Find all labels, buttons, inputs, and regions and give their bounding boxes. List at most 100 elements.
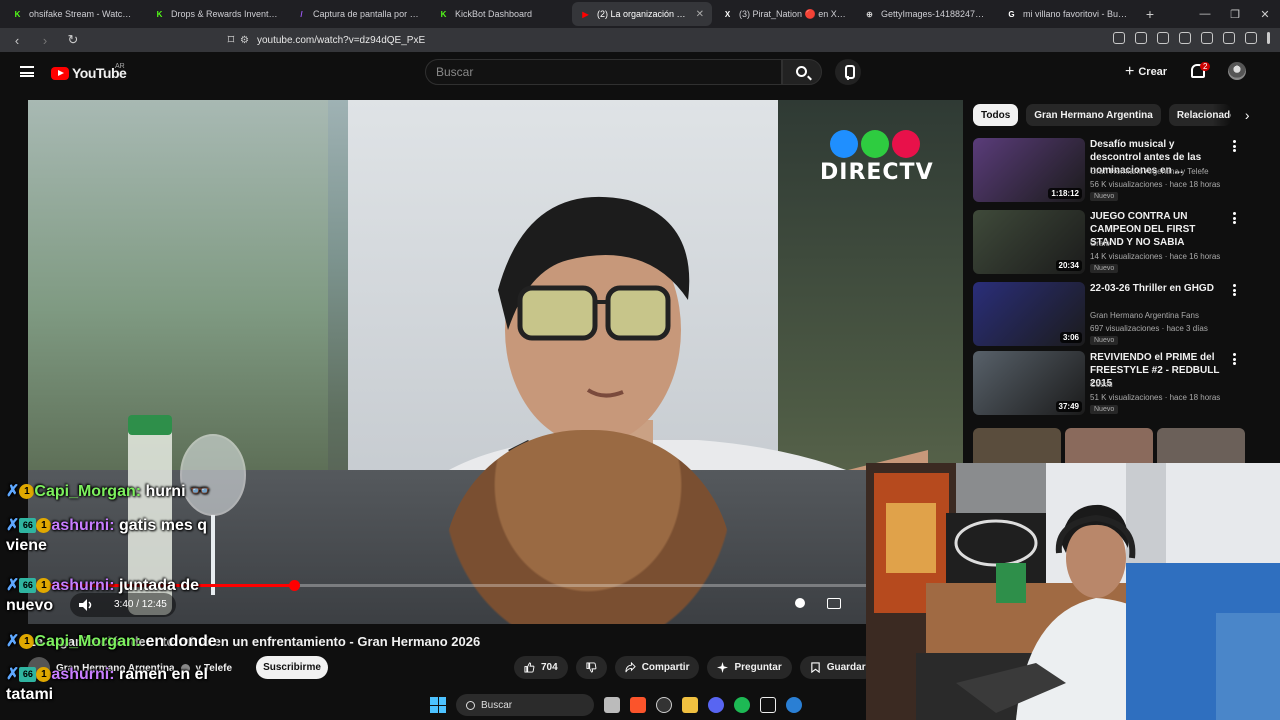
forward-icon[interactable]: › xyxy=(36,33,54,48)
watermark-circle-green xyxy=(861,130,889,158)
chat-username: ashurni: xyxy=(51,577,115,594)
github-icon[interactable] xyxy=(656,697,672,713)
recommended-channel[interactable]: Coscu xyxy=(1090,380,1113,389)
voice-search-icon[interactable] xyxy=(835,59,861,85)
recommended-meta: 697 visualizaciones · hace 3 días xyxy=(1090,324,1208,333)
task-view-icon[interactable] xyxy=(604,697,620,713)
chat-message: ✗ 66 1 ashurni: ramen en el tatami xyxy=(6,665,208,705)
more-options-icon[interactable] xyxy=(1233,353,1237,365)
search-button[interactable] xyxy=(782,59,822,85)
chip-relacionados[interactable]: Relacionados xyxy=(1168,104,1231,126)
extension-icon[interactable] xyxy=(1113,32,1125,44)
like-button[interactable]: 704 xyxy=(514,656,568,679)
short-thumbnail[interactable] xyxy=(1065,428,1153,464)
rank-badge-icon: 1 xyxy=(36,667,52,683)
bookmark-icon[interactable]: ⌑ xyxy=(222,32,240,48)
video-thumbnail[interactable]: 3:06 xyxy=(973,282,1085,346)
sparkle-icon xyxy=(717,662,729,673)
save-button[interactable]: Guardar xyxy=(799,656,876,679)
close-tab-icon[interactable]: ✕ xyxy=(696,9,704,20)
create-label: Crear xyxy=(1138,66,1168,78)
sub-badge-icon: 66 xyxy=(19,518,37,534)
browser-tab[interactable]: K Drops & Rewards Inventory - K xyxy=(146,2,286,26)
extension-icon[interactable] xyxy=(1179,32,1191,44)
ask-button[interactable]: Preguntar xyxy=(707,656,792,679)
url-field[interactable]: ⚙ youtube.com/watch?v=dz94dQE_PxE xyxy=(240,30,960,50)
browser-tab[interactable]: X (3) Pirat_Nation 🔴 en X: "Cap xyxy=(714,2,854,26)
search-placeholder: Buscar xyxy=(436,65,474,79)
recommended-channel[interactable]: Gran Hermano Argentina Fans xyxy=(1090,311,1199,320)
short-thumbnail[interactable] xyxy=(973,428,1061,464)
tab-title: (3) Pirat_Nation 🔴 en X: "Cap xyxy=(739,8,846,19)
video-thumbnail[interactable]: 20:34 xyxy=(973,210,1085,274)
close-window-icon[interactable]: ✕ xyxy=(1250,8,1280,21)
browser-tab[interactable]: ▶ (2) La organización de la ✕ xyxy=(572,2,712,26)
share-button[interactable]: Compartir xyxy=(614,656,700,679)
extension-icon[interactable] xyxy=(1223,32,1235,44)
back-icon[interactable]: ‹ xyxy=(8,33,26,48)
tab-favicon-icon: X xyxy=(724,9,731,19)
capcut-icon[interactable] xyxy=(760,697,776,713)
minimize-icon[interactable]: — xyxy=(1190,8,1220,20)
search-input[interactable]: Buscar xyxy=(425,59,782,85)
account-avatar[interactable] xyxy=(1228,62,1246,80)
menu-hamburger-icon[interactable] xyxy=(20,66,34,77)
recommended-channel[interactable]: Gran Hermano Argentina y Telefe xyxy=(1090,167,1209,176)
spotify-icon[interactable] xyxy=(734,697,750,713)
taskbar-search[interactable]: Buscar xyxy=(456,694,594,716)
more-options-icon[interactable] xyxy=(1233,284,1237,296)
site-info-icon[interactable]: ⚙ xyxy=(240,35,249,46)
file-explorer-icon[interactable] xyxy=(682,697,698,713)
url-text: youtube.com/watch?v=dz94dQE_PxE xyxy=(256,34,426,46)
browser-tab[interactable]: Gmi villano favoritovi - Buscar c xyxy=(998,2,1138,26)
recommended-title[interactable]: 22-03-26 Thriller en GHGD xyxy=(1090,282,1228,295)
recommended-video[interactable]: 3:06 22-03-26 Thriller en GHGD Gran Herman… xyxy=(973,282,1273,346)
browser-tab[interactable]: ⊕ GettyImages-1418824798.jpg xyxy=(856,2,996,26)
new-tab-icon[interactable]: + xyxy=(1140,6,1160,22)
tab-title: (2) La organización de la xyxy=(597,9,690,19)
recommended-video[interactable]: 1:18:12 Desafío musical y descontrol ante… xyxy=(973,138,1273,202)
sword-badge-icon: ✗ xyxy=(6,483,20,500)
menu-icon[interactable] xyxy=(1267,32,1270,44)
youtube-logo[interactable]: YouTube AR xyxy=(51,63,127,81)
recommended-video[interactable]: 20:34 JUEGO CONTRA UN CAMPEON DEL FIRST S… xyxy=(973,210,1273,274)
video-thumbnail[interactable]: 1:18:12 xyxy=(973,138,1085,202)
chat-text-continued: tatami xyxy=(6,686,54,703)
browser-tab[interactable]: / Captura de pantalla por Lightsh xyxy=(288,2,428,26)
subtitles-icon[interactable] xyxy=(827,598,841,609)
reload-icon[interactable]: ↻ xyxy=(64,32,82,48)
chevron-right-icon[interactable]: › xyxy=(1245,107,1250,123)
more-options-icon[interactable] xyxy=(1233,212,1237,224)
restore-icon[interactable]: ❐ xyxy=(1220,8,1250,21)
short-thumbnail[interactable] xyxy=(1157,428,1245,464)
video-thumbnail[interactable]: 37:49 xyxy=(973,351,1085,415)
recommended-meta: 56 K visualizaciones · hace 18 horas xyxy=(1090,180,1221,189)
extension-icon[interactable] xyxy=(1201,32,1213,44)
screen: Kohsifake Stream - Watch Li K Drops & Rewa… xyxy=(0,0,1280,720)
discord-icon[interactable] xyxy=(708,697,724,713)
chat-text: gatis mes q xyxy=(114,517,208,534)
recommended-channel[interactable]: Grafo xyxy=(1090,239,1110,248)
window-controls: — ❐ ✕ xyxy=(1190,0,1280,28)
extension-icon[interactable] xyxy=(1157,32,1169,44)
recommended-video[interactable]: 37:49 REVIVIENDO el PRIME del FREESTYLE #… xyxy=(973,351,1273,415)
thumbs-down-icon xyxy=(586,662,597,673)
browser-tab[interactable]: K KickBot Dashboard xyxy=(430,2,570,26)
browser-tab[interactable]: Kohsifake Stream - Watch Li xyxy=(4,2,144,26)
subscribe-button[interactable]: Suscribirme xyxy=(256,656,328,679)
dislike-button[interactable] xyxy=(575,656,607,679)
brave-icon[interactable] xyxy=(630,697,646,713)
ask-label: Preguntar xyxy=(734,662,782,673)
chip-gran-hermano[interactable]: Gran Hermano Argentina xyxy=(1026,104,1161,126)
recommended-title[interactable]: JUEGO CONTRA UN CAMPEON DEL FIRST STAND … xyxy=(1090,210,1228,249)
more-options-icon[interactable] xyxy=(1233,140,1237,152)
create-button[interactable]: + Crear xyxy=(1125,62,1167,82)
extension-icon[interactable] xyxy=(1245,32,1257,44)
windows-start-icon[interactable] xyxy=(430,697,446,713)
tab-title: GettyImages-1418824798.jpg xyxy=(881,9,988,19)
autoplay-toggle-icon[interactable] xyxy=(795,598,805,608)
app-icon[interactable] xyxy=(786,697,802,713)
player-controls-right xyxy=(795,598,841,609)
extension-icon[interactable] xyxy=(1135,32,1147,44)
chip-todos[interactable]: Todos xyxy=(973,104,1019,126)
